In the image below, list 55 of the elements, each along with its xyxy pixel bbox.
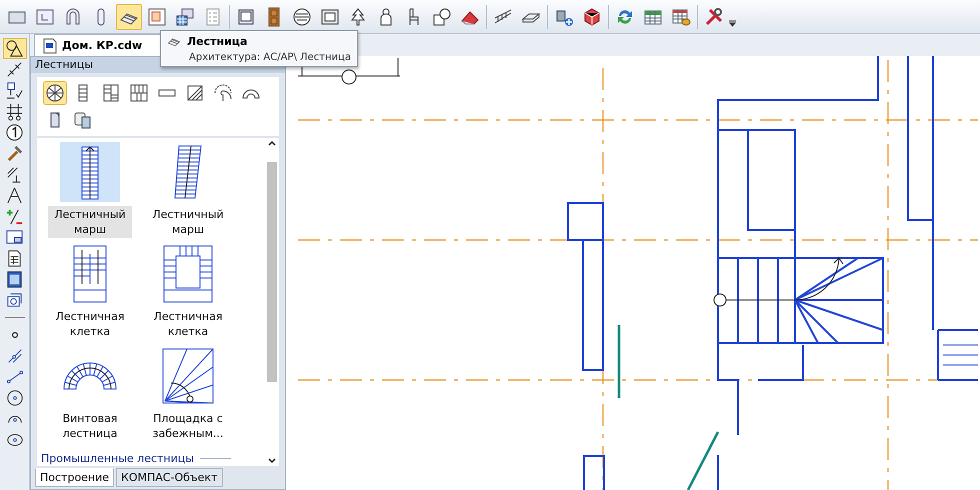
- document-icon: [43, 38, 57, 54]
- stair-type-item[interactable]: Лестничная клетка: [41, 244, 139, 340]
- grid-nodes-icon: [5, 102, 24, 121]
- hammer-icon: [5, 144, 24, 163]
- toolbar-button[interactable]: [116, 4, 142, 30]
- scroll-down-icon[interactable]: [267, 456, 277, 466]
- fill-icon: [5, 270, 24, 289]
- spiral-icon: [213, 83, 233, 103]
- scroll-thumb[interactable]: [267, 162, 277, 382]
- stair-type-item[interactable]: Площадка с забежным...: [139, 346, 237, 442]
- geometry-icon: [5, 39, 24, 58]
- cube-icon: [582, 6, 602, 26]
- spiral-stair-icon: [45, 83, 65, 103]
- window-grid-icon: [175, 6, 195, 26]
- stair-type-item[interactable]: Лестничный марш: [139, 142, 237, 238]
- panel-tab[interactable]: КОМПАС-Объект: [116, 468, 222, 487]
- tapered-flight-icon: [174, 145, 202, 199]
- stairwell-u-icon: [163, 245, 213, 303]
- frame-icon: [35, 6, 55, 26]
- stair-type-item[interactable]: Лестничный марш: [41, 142, 139, 238]
- numbered-circle-icon: [5, 123, 24, 142]
- tools-icon: [704, 6, 724, 26]
- grid-stair-icon: [129, 83, 149, 103]
- railing-icon: [493, 6, 513, 26]
- winder-landing-icon: [162, 348, 214, 404]
- table-database-icon: [671, 6, 691, 26]
- tree-icon: [348, 6, 368, 26]
- square-icon: [236, 6, 256, 26]
- stair-flight-icon: [81, 144, 99, 200]
- compass-icon: [5, 186, 24, 205]
- hatch-circle-icon: [292, 6, 312, 26]
- tooltip-title: Лестница: [187, 34, 248, 48]
- stair-type-item[interactable]: Винтовая лестница: [41, 346, 139, 442]
- landing-stair-icon: [101, 83, 121, 103]
- plan-icon: [147, 6, 167, 26]
- line-icon: [6, 368, 24, 386]
- panel-tab[interactable]: Построение: [35, 468, 114, 487]
- segment-icon: [6, 346, 24, 364]
- tool-button[interactable]: [2, 38, 26, 59]
- spiral-stair-icon: [63, 362, 117, 390]
- section-header: Промышленные лестницы: [41, 452, 194, 465]
- shapes-icon: [432, 6, 452, 26]
- scroll-up-icon[interactable]: [267, 138, 277, 148]
- plus-minus-icon: [5, 207, 24, 226]
- dimension-icon: [5, 60, 24, 79]
- filter-button[interactable]: [43, 81, 67, 105]
- stairwell-icon: [73, 245, 107, 303]
- circle-icon: [6, 388, 24, 406]
- stair-type-item[interactable]: Лестничная клетка: [139, 244, 237, 340]
- annotation-icon: [5, 81, 24, 100]
- scrollbar[interactable]: [265, 138, 279, 466]
- diagonal-stair-icon: [185, 83, 205, 103]
- point-icon: [12, 332, 18, 338]
- room-icon: [320, 6, 340, 26]
- overflow-icon[interactable]: [729, 19, 736, 27]
